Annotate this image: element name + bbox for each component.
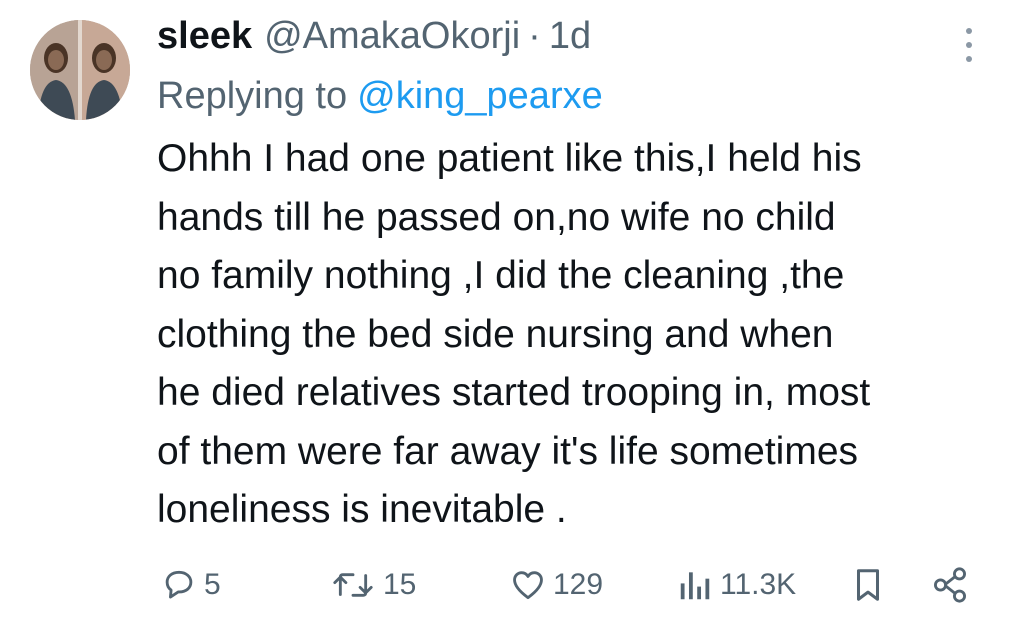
view-count: 11.3K [720, 568, 797, 601]
like-button[interactable]: 129 [509, 560, 603, 610]
analytics-icon [680, 572, 710, 600]
more-dot [966, 56, 972, 62]
share-icon [934, 567, 966, 603]
more-dot [966, 42, 972, 48]
tweet-text-line: loneliness is inevitable . [157, 488, 567, 531]
avatar[interactable] [30, 20, 130, 120]
bookmark-icon [856, 569, 880, 601]
tweet-text-line: no family nothing ,I did the cleaning ,t… [157, 254, 845, 297]
repost-count: 15 [383, 568, 417, 601]
reply-count: 5 [204, 568, 221, 601]
tweet-timestamp[interactable]: 1d [549, 10, 591, 62]
action-bar: 5 15 129 11.3K [0, 560, 1024, 610]
separator-dot: · [528, 15, 541, 57]
avatar-photo [30, 20, 130, 120]
tweet-text-line: hands till he passed on,no wife no child [157, 195, 836, 239]
author-display-name[interactable]: sleek [157, 10, 252, 62]
repost-icon [333, 573, 373, 597]
author-handle[interactable]: @AmakaOkorji [264, 10, 520, 62]
heart-icon [513, 571, 543, 600]
tweet-text-line: of them were far away it's life sometime… [157, 429, 859, 473]
repost-button[interactable]: 15 [329, 560, 416, 610]
more-options-icon[interactable] [964, 28, 974, 62]
tweet-text-line: Ohhh I had one patient like this,I held … [157, 137, 862, 180]
reply-button[interactable]: 5 [160, 560, 221, 610]
tweet-header: sleek @AmakaOkorji · 1d [157, 10, 591, 62]
bookmark-button[interactable] [851, 560, 885, 610]
replying-to-label: Replying to [157, 75, 348, 117]
more-dot [966, 28, 972, 34]
share-button[interactable] [931, 560, 969, 610]
like-count: 129 [553, 568, 604, 601]
reply-mention-link[interactable]: @king_pearxe [357, 75, 603, 117]
reply-icon [165, 570, 193, 599]
replying-to: Replying to @king_pearxe [157, 70, 603, 122]
views-button[interactable]: 11.3K [676, 560, 796, 610]
tweet-text-line: clothing the bed side nursing and when [157, 312, 834, 356]
tweet-text: Ohhh I had one patient like this,I held … [157, 130, 1007, 540]
tweet-text-line: he died relatives started trooping in, m… [157, 371, 871, 414]
